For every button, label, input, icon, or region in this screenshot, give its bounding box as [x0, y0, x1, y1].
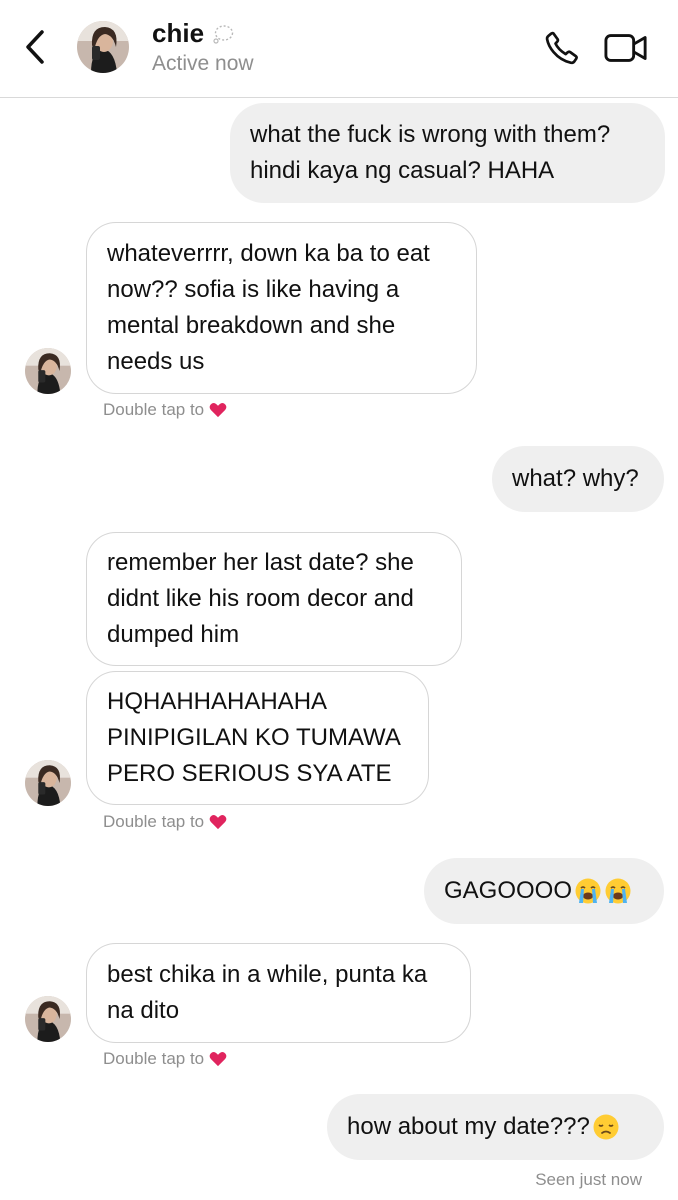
- disappointed-face-icon: [593, 1114, 619, 1140]
- message-bubble-incoming[interactable]: HQHAHHAHAHAHA PINIPIGILAN KO TUMAWA PERO…: [86, 671, 429, 805]
- chevron-left-icon: [26, 30, 44, 64]
- back-button[interactable]: [18, 26, 52, 68]
- heart-icon: [209, 403, 227, 418]
- active-status: Active now: [152, 52, 254, 75]
- message-bubble-incoming[interactable]: whateverrrr, down ka ba to eat now?? sof…: [86, 222, 477, 394]
- phone-icon: [545, 31, 578, 65]
- message-bubble-incoming[interactable]: remember her last date? she didnt like h…: [86, 532, 462, 666]
- video-camera-icon: [604, 34, 647, 62]
- message-text: best chika in a while, punta ka na dito: [107, 961, 428, 1024]
- message-text: remember her last date? she didnt like h…: [107, 549, 414, 648]
- message-bubble-outgoing[interactable]: GAGOOOO: [424, 858, 664, 924]
- chat-header: chie Active now: [0, 0, 678, 98]
- contact-avatar[interactable]: [77, 21, 129, 73]
- message-text: what? why?: [512, 465, 639, 492]
- message-bubble-outgoing[interactable]: how about my date???: [327, 1094, 664, 1160]
- hint-text: Double tap to: [103, 400, 205, 419]
- thought-bubble-icon: [213, 24, 234, 44]
- message-bubble-outgoing[interactable]: what? why?: [492, 446, 664, 512]
- heart-icon: [209, 815, 227, 830]
- message-bubble-incoming[interactable]: best chika in a while, punta ka na dito: [86, 943, 471, 1043]
- hint-text: Double tap to: [103, 1049, 205, 1068]
- message-text: GAGOOOO: [444, 877, 573, 904]
- message-text: how about my date???: [347, 1113, 590, 1140]
- seen-status: Seen just now: [535, 1170, 642, 1189]
- double-tap-hint: Double tap to: [103, 1049, 227, 1069]
- video-call-button[interactable]: [604, 26, 648, 70]
- sender-avatar[interactable]: [25, 760, 71, 806]
- message-bubble-outgoing[interactable]: what the fuck is wrong with them? hindi …: [230, 103, 665, 203]
- double-tap-hint: Double tap to: [103, 400, 227, 420]
- message-text: HQHAHHAHAHAHA PINIPIGILAN KO TUMAWA PERO…: [107, 688, 401, 787]
- audio-call-button[interactable]: [540, 26, 584, 70]
- double-tap-hint: Double tap to: [103, 812, 227, 832]
- loudly-crying-face-icon: [575, 878, 601, 904]
- contact-name[interactable]: chie: [152, 18, 204, 49]
- heart-icon: [209, 1052, 227, 1067]
- message-text: what the fuck is wrong with them? hindi …: [250, 121, 611, 184]
- sender-avatar[interactable]: [25, 348, 71, 394]
- sender-avatar[interactable]: [25, 996, 71, 1042]
- message-text: whateverrrr, down ka ba to eat now?? sof…: [107, 240, 430, 375]
- loudly-crying-face-icon: [605, 878, 631, 904]
- hint-text: Double tap to: [103, 812, 205, 831]
